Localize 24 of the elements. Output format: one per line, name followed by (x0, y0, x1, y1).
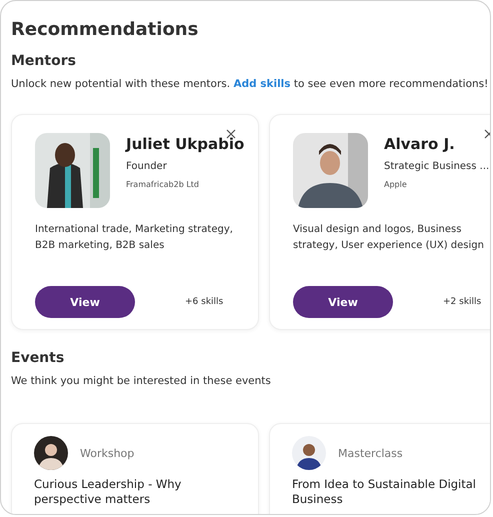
mentor-skills: Visual design and logos, Business strategy, User experience (UX) design (293, 223, 485, 253)
event-title: Curious Leadership - Why perspective matters (34, 477, 182, 507)
mentor-role: Founder (126, 161, 168, 172)
event-title: From Idea to Sustainable Digital Business (292, 477, 478, 507)
skill-count: +6 skills (185, 297, 224, 307)
mentor-skills: International trade, Marketing strategy, B2B marketing, B2B sales (35, 223, 234, 253)
skill-count: +2 skills (443, 297, 482, 307)
add-skills-link[interactable]: Add skills (233, 78, 291, 90)
event-card[interactable]: Workshop Curious Leadership - Why perspective matters (11, 423, 259, 514)
event-card[interactable]: Masterclass From Idea to Sustainable Digital Business (269, 423, 490, 514)
page-title: Recommendations (11, 19, 200, 40)
view-button[interactable]: View (35, 286, 135, 318)
event-type: Masterclass (338, 446, 403, 460)
view-button[interactable]: View (293, 286, 393, 318)
section-heading: Events (11, 350, 66, 366)
mentor-name: Alvaro J. (384, 135, 456, 153)
section-description: We think you might be interested in these events (11, 375, 272, 387)
section-description: Unlock new potential with these mentors. Add skills to see even more recommendations! (11, 78, 490, 90)
mentor-company: Framafricab2b Ltd (126, 180, 200, 189)
mentor-name: Juliet Ukpabio (126, 135, 244, 153)
mentor-role: Strategic Business ... (384, 161, 490, 172)
section-heading: Mentors (11, 53, 77, 69)
event-type: Workshop (80, 446, 134, 460)
mentor-company: Apple (384, 180, 408, 189)
